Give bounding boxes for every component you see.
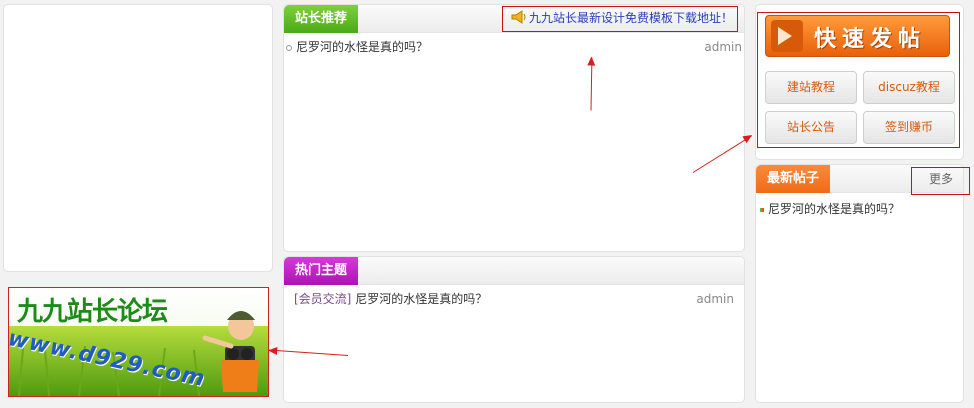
banner-ad[interactable]: 九九站长论坛 www.d929.com [8,287,269,397]
thread-title[interactable]: 尼罗河的水怪是真的吗？ [768,202,900,216]
hot-header: 热门主题 [284,257,744,285]
quick-post-button[interactable]: 快速发帖 [765,15,950,57]
hot-panel: 热门主题 [会员交流] 尼罗河的水怪是真的吗？ admin [283,256,745,403]
thread-author[interactable]: admin [696,290,734,308]
notice-text[interactable]: 九九站长最新设计免费模板下载地址！ [529,11,733,25]
bullet-icon [286,44,292,51]
thread-author[interactable]: admin [704,38,742,56]
recommend-panel: 站长推荐 尼罗河的水怪是真的吗？ admin [283,4,745,252]
tab-recommend[interactable]: 站长推荐 [284,5,359,33]
notice-link[interactable]: 九九站长最新设计免费模板下载地址！ [511,8,733,28]
list-item[interactable]: [会员交流] 尼罗河的水怪是真的吗？ admin [294,290,734,308]
discuz-tutorial-button[interactable]: discuz教程 [863,71,955,104]
announcement-button[interactable]: 站长公告 [765,111,857,144]
bullet-icon [760,207,764,212]
arrow-right-icon [771,20,803,52]
megaphone-icon [511,10,526,24]
site-tutorial-button[interactable]: 建站教程 [765,71,857,104]
thread-title[interactable]: 尼罗河的水怪是真的吗？ [355,292,487,306]
list-item[interactable]: 尼罗河的水怪是真的吗？ admin [286,38,742,56]
more-link[interactable]: 更多 [929,171,953,187]
thread-title[interactable]: 尼罗河的水怪是真的吗？ [296,40,428,54]
latest-panel: 最新帖子 尼罗河的水怪是真的吗？ [755,164,964,403]
thread-category[interactable]: [会员交流] [294,292,351,306]
checkin-button[interactable]: 签到赚币 [863,111,955,144]
tab-latest[interactable]: 最新帖子 [756,165,831,193]
quick-post-label: 快速发帖 [814,27,927,52]
left-empty-panel [3,4,273,272]
tab-hot[interactable]: 热门主题 [284,257,359,285]
banner-title: 九九站长论坛 [17,297,168,327]
list-item[interactable]: 尼罗河的水怪是真的吗？ [760,200,959,218]
